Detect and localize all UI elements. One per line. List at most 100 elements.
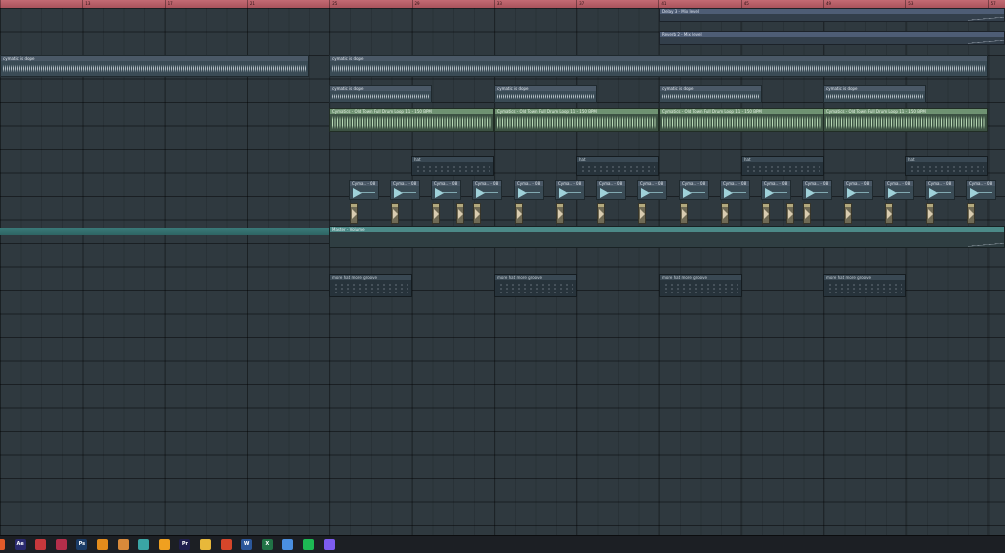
audio-clip-cymatic[interactable]: cymatic is dope <box>494 85 597 103</box>
waveform <box>826 115 985 130</box>
sample-clip-small[interactable] <box>556 203 564 224</box>
waveform <box>332 62 985 75</box>
sample-clip-cyma[interactable]: Cyma.. - 08 <box>349 180 379 200</box>
sample-tail <box>855 192 869 193</box>
sample-clip-small[interactable] <box>432 203 440 224</box>
app-red2-icon[interactable] <box>55 539 67 550</box>
sample-waveform <box>558 209 563 219</box>
sample-clip-small[interactable] <box>350 203 358 224</box>
clip-header <box>516 204 522 207</box>
sample-clip-cyma[interactable]: Cyma.. - 08 <box>720 180 750 200</box>
file-explorer-icon[interactable] <box>200 539 211 550</box>
ruler-bar-number: 45 <box>740 0 749 8</box>
pattern-clip-hat-groove[interactable]: more hat more groove <box>494 274 577 297</box>
discord-icon[interactable] <box>323 539 335 550</box>
sample-clip-small[interactable] <box>473 203 481 224</box>
sample-clip-small[interactable] <box>721 203 729 224</box>
sample-clip-cyma[interactable]: Cyma.. - 08 <box>390 180 420 200</box>
automation-clip-delay[interactable]: Delay 3 - Mix level <box>659 8 1005 22</box>
sample-waveform <box>723 209 728 219</box>
app-orange-icon[interactable] <box>117 539 129 550</box>
pattern-clip-hat[interactable]: hat <box>905 156 988 176</box>
app-blue-icon[interactable] <box>282 539 294 550</box>
pattern-notes <box>745 165 820 172</box>
ruler-bar-number: 17 <box>164 0 173 8</box>
automation-clip-reverb[interactable]: Reverb 2 - Mix level <box>659 31 1005 45</box>
audio-clip-drum-loop[interactable]: Cymatics - Old Town Full Drum Loop 11 - … <box>494 108 659 132</box>
audio-clip-drum-loop[interactable]: Cymatics - Old Town Full Drum Loop 11 - … <box>659 108 824 132</box>
sample-waveform <box>724 188 733 198</box>
sample-clip-small[interactable] <box>926 203 934 224</box>
sample-tail <box>608 192 622 193</box>
pattern-clip-hat-groove[interactable]: more hat more groove <box>659 274 742 297</box>
sample-clip-cyma[interactable]: Cyma.. - 08 <box>925 180 955 200</box>
spotify-icon[interactable] <box>303 539 314 550</box>
sample-clip-cyma[interactable]: Cyma.. - 08 <box>472 180 502 200</box>
audio-clip-drum-loop[interactable]: Cymatics - Old Town Full Drum Loop 11 - … <box>823 108 988 132</box>
firefox-icon[interactable] <box>0 539 5 550</box>
sample-waveform <box>475 209 480 219</box>
fl-studio-icon[interactable] <box>158 539 170 550</box>
sample-clip-small[interactable] <box>803 203 811 224</box>
sample-clip-cyma[interactable]: Cyma.. - 08 <box>966 180 996 200</box>
photoshop-icon[interactable]: Ps <box>76 539 88 550</box>
sample-clip-cyma[interactable]: Cyma.. - 08 <box>679 180 709 200</box>
sample-waveform <box>434 209 439 219</box>
audio-clip-cymatic[interactable]: cymatic is dope <box>329 55 988 77</box>
app-red-icon[interactable] <box>35 539 47 550</box>
automation-clip-master-volume[interactable]: Master - Volume <box>329 226 1005 248</box>
sample-tail <box>937 192 951 193</box>
pattern-clip-hat-groove[interactable]: more hat more groove <box>329 274 412 297</box>
sample-clip-cyma[interactable]: Cyma.. - 08 <box>431 180 461 200</box>
clip-title: Cyma.. - 08 <box>885 181 913 186</box>
pattern-clip-hat[interactable]: hat <box>576 156 659 176</box>
sample-waveform <box>600 188 609 198</box>
sample-clip-cyma[interactable]: Cyma.. - 08 <box>802 180 832 200</box>
clip-header <box>968 204 974 207</box>
sample-clip-small[interactable] <box>680 203 688 224</box>
sample-clip-cyma[interactable]: Cyma.. - 08 <box>884 180 914 200</box>
sample-clip-small[interactable] <box>844 203 852 224</box>
audio-clip-cymatic[interactable]: cymatic is dope <box>659 85 762 103</box>
sample-waveform <box>887 209 892 219</box>
sample-clip-cyma[interactable]: Cyma.. - 08 <box>843 180 873 200</box>
audio-clip-cymatic[interactable]: cymatic is dope <box>0 55 309 77</box>
clip-title: more hat more groove <box>824 275 905 280</box>
sample-waveform <box>682 209 687 219</box>
pattern-notes <box>827 283 902 293</box>
after-effects-icon[interactable]: Ae <box>14 539 26 550</box>
sample-clip-cyma[interactable]: Cyma.. - 08 <box>596 180 626 200</box>
clip-title: cymatic is dope <box>660 86 761 91</box>
sample-clip-cyma[interactable]: Cyma.. - 08 <box>761 180 791 200</box>
waveform <box>662 115 821 130</box>
clip-title: hat <box>577 157 658 162</box>
premiere-icon[interactable]: Pr <box>179 539 191 550</box>
audio-clip-drum-loop[interactable]: Cymatics - Old Town Full Drum Loop 11 - … <box>329 108 494 132</box>
sample-clip-small[interactable] <box>967 203 975 224</box>
sample-clip-cyma[interactable]: Cyma.. - 08 <box>637 180 667 200</box>
sample-waveform <box>599 209 604 219</box>
excel-icon[interactable]: X <box>261 539 273 550</box>
app-teal-icon[interactable] <box>138 539 150 550</box>
waveform <box>497 115 656 130</box>
sample-clip-cyma[interactable]: Cyma.. - 08 <box>514 180 544 200</box>
sample-clip-small[interactable] <box>391 203 399 224</box>
sample-clip-small[interactable] <box>456 203 464 224</box>
audio-clip-cymatic[interactable]: cymatic is dope <box>329 85 432 103</box>
office-icon[interactable] <box>220 539 232 550</box>
ruler-bar-number: 21 <box>246 0 255 8</box>
word-icon[interactable]: W <box>241 539 253 550</box>
sample-clip-small[interactable] <box>515 203 523 224</box>
sample-clip-small[interactable] <box>786 203 794 224</box>
sample-clip-small[interactable] <box>597 203 605 224</box>
sample-clip-small[interactable] <box>762 203 770 224</box>
pattern-clip-hat[interactable]: hat <box>411 156 494 176</box>
blender-icon[interactable] <box>97 539 108 550</box>
sample-clip-cyma[interactable]: Cyma.. - 08 <box>555 180 585 200</box>
audio-clip-cymatic[interactable]: cymatic is dope <box>823 85 926 103</box>
playlist-grid[interactable]: Delay 3 - Mix level Reverb 2 - Mix level… <box>0 8 1005 536</box>
sample-clip-small[interactable] <box>638 203 646 224</box>
pattern-clip-hat-groove[interactable]: more hat more groove <box>823 274 906 297</box>
sample-clip-small[interactable] <box>885 203 893 224</box>
pattern-clip-hat[interactable]: hat <box>741 156 824 176</box>
